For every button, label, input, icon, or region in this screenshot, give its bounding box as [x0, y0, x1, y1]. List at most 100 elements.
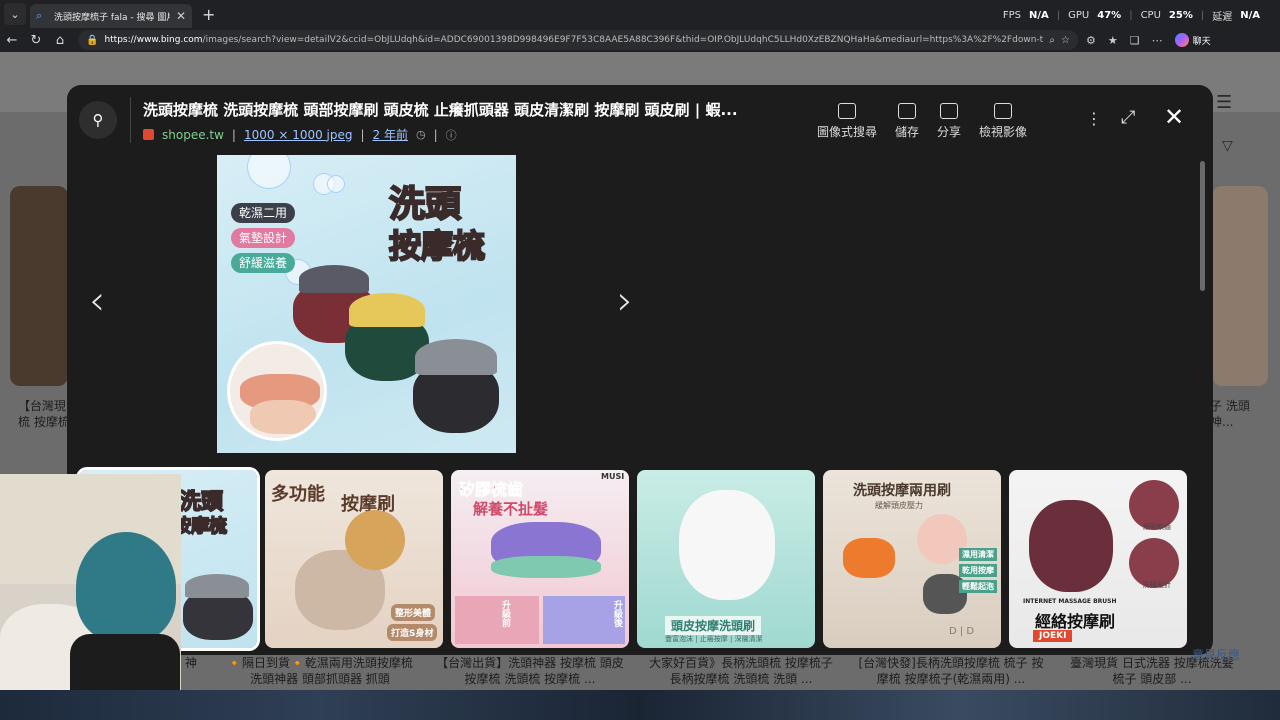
latency-label: 延遲: [1212, 12, 1233, 23]
action-label: 圖像式搜尋: [817, 125, 878, 139]
favorites-icon[interactable]: ★: [1108, 34, 1118, 47]
image-title[interactable]: 洗頭按摩梳 洗頭按摩梳 頭部按摩刷 頭皮梳 止癢抓頭器 頭皮清潔刷 按摩刷 頭皮…: [143, 99, 783, 120]
home-icon[interactable]: ⌂: [48, 33, 72, 48]
thumbnail-text: INTERNET MASSAGE BRUSH: [1023, 598, 1117, 605]
share-button[interactable]: 分享: [937, 103, 961, 140]
favorite-star-icon[interactable]: ☆: [1061, 35, 1070, 46]
thumbnail-text: JOEKI: [1033, 630, 1073, 642]
related-image-thumbnail[interactable]: 洗頭按摩兩用刷 緩解頭皮壓力 濕用清潔 乾用按摩 輕鬆起泡 D | D: [823, 470, 1001, 648]
hud-divider: |: [1056, 10, 1061, 21]
source-link[interactable]: shopee.tw: [162, 128, 224, 142]
thumbnail-text: 乾用按摩: [959, 564, 997, 577]
browser-tab[interactable]: ⌕ 洗頭按摩梳子 fala - 搜尋 圖片 ✕: [30, 4, 192, 28]
thumbnail-text: 升級前: [500, 600, 510, 627]
close-tab-icon[interactable]: ✕: [176, 9, 186, 23]
result-caption[interactable]: 大家好百貨》長柄洗頭梳 按摩梳子 長柄按摩梳 洗頭梳 洗頭 ...: [646, 655, 836, 687]
related-image-thumbnail[interactable]: 頭皮按摩洗頭刷 豐富泡沫 | 止癢按摩 | 深層清潔: [637, 470, 815, 648]
view-image-button[interactable]: 檢視影像: [979, 103, 1027, 140]
url-text: https://www.bing.com/images/search?view=…: [104, 35, 1044, 45]
performance-overlay: FPS N/A | GPU 47% | CPU 25% | 延遲 N/A: [1003, 8, 1260, 23]
result-caption[interactable]: 【台灣現 梳 按摩梳: [18, 398, 70, 430]
image-age[interactable]: 2 年前: [373, 126, 408, 143]
collections-icon[interactable]: ❏: [1130, 34, 1140, 47]
thumbnail-text: 豐富泡沫 | 止癢按摩 | 深層清潔: [665, 635, 763, 643]
zoom-icon[interactable]: ⌕: [1049, 35, 1055, 46]
hamburger-menu-icon[interactable]: ☰: [1216, 92, 1232, 113]
cpu-label: CPU: [1140, 10, 1161, 21]
thumbnail-text: D | D: [949, 626, 975, 637]
result-caption[interactable]: 子 洗頭 神...: [1210, 398, 1250, 430]
fps-value: N/A: [1029, 10, 1049, 21]
expand-icon[interactable]: ⤢: [1121, 107, 1135, 128]
gpu-label: GPU: [1068, 10, 1090, 21]
result-caption[interactable]: 🔸隔日到貨🔸乾濕兩用洗頭按摩梳 洗頭神器 頭部抓頭器 抓頭: [226, 655, 414, 687]
close-icon[interactable]: ✕: [1164, 103, 1184, 131]
feature-pill: 氣墊設計: [231, 228, 296, 248]
tab-actions-menu-button[interactable]: ⌄: [4, 3, 26, 25]
thumbnail-text: 整形美體: [391, 604, 436, 621]
thumbnail-text: 濕用清潔: [959, 548, 997, 561]
desktop-wallpaper-strip: [0, 690, 1280, 720]
modal-actions: 圖像式搜尋 儲存 分享 檢視影像: [817, 103, 1027, 140]
copilot-icon: [1174, 33, 1189, 47]
result-thumbnail[interactable]: [1212, 186, 1268, 386]
scrollbar[interactable]: [1200, 161, 1205, 291]
main-product-image[interactable]: 乾濕二用 氣墊設計 舒緩滋養 洗頭 按摩梳: [217, 155, 516, 453]
previous-arrow-icon[interactable]: ‹: [89, 281, 105, 321]
feedback-link[interactable]: 意見反應: [1176, 647, 1256, 663]
extension-icon[interactable]: ⚙: [1086, 34, 1096, 47]
visual-search-icon: [838, 103, 856, 119]
thumbnail-text: 經絡按摩刷: [1035, 612, 1116, 631]
feature-pill: 乾濕二用: [231, 203, 296, 223]
shopee-favicon-icon: [143, 129, 154, 140]
copilot-button[interactable]: 聊天: [1174, 33, 1211, 47]
thumbnail-text: 細密軟齒: [1143, 523, 1171, 531]
meta-divider: |: [231, 127, 236, 142]
thumbnail-text: 洗頭按摩兩用刷: [853, 483, 951, 499]
next-arrow-icon[interactable]: ›: [617, 281, 633, 321]
more-options-icon[interactable]: ⋮: [1086, 109, 1102, 128]
result-caption[interactable]: 【台灣出貨】洗頭神器 按摩梳 頭皮按摩梳 洗頭梳 按摩梳 ...: [436, 655, 624, 687]
url-field[interactable]: 🔒 https://www.bing.com/images/search?vie…: [78, 30, 1078, 50]
gpu-value: 47%: [1097, 10, 1122, 21]
result-thumbnail[interactable]: [10, 186, 68, 386]
image-dimensions[interactable]: 1000 × 1000 jpeg: [244, 128, 353, 142]
thumbnail-text: 緩解頭皮壓力: [875, 501, 923, 510]
thumbnail-text: 按摩梳: [172, 515, 228, 538]
filter-icon[interactable]: ▽: [1222, 138, 1233, 154]
new-tab-button[interactable]: +: [202, 5, 215, 24]
related-image-thumbnail[interactable]: 矽膠梳齒 解養不扯髮 MUSI 升級前 升級後: [451, 470, 629, 648]
cpu-value: 25%: [1168, 10, 1193, 21]
back-arrow-icon[interactable]: ←: [0, 33, 24, 48]
thumbnail-text: 打造S身材: [387, 624, 438, 641]
hud-divider: |: [1200, 10, 1205, 21]
related-image-thumbnail[interactable]: 細密軟齒 防掉設計 INTERNET MASSAGE BRUSH 經絡按摩刷 J…: [1009, 470, 1187, 648]
bubble-decoration: [247, 155, 291, 189]
address-bar: ← ↻ ⌂ 🔒 https://www.bing.com/images/sear…: [0, 28, 1280, 52]
thumbnail-text: MUSI: [601, 472, 625, 481]
latency-value: N/A: [1240, 10, 1260, 21]
webcam-overlay: [0, 474, 181, 690]
feature-pill: 舒緩滋養: [231, 253, 296, 273]
image-subheadline: 按摩梳: [388, 226, 486, 266]
refresh-icon[interactable]: ↻: [24, 33, 48, 48]
thumbnail-text: 矽膠梳齒: [459, 480, 524, 500]
image-detail-modal: ⚲ 洗頭按摩梳 洗頭按摩梳 頭部按摩刷 頭皮梳 止癢抓頭器 頭皮清潔刷 按摩刷 …: [67, 85, 1213, 655]
bing-search-icon: ⌕: [36, 9, 43, 22]
action-label: 分享: [937, 125, 962, 139]
webcam-chair: [70, 634, 180, 690]
clock-icon: ◷: [416, 128, 426, 141]
search-icon[interactable]: ⚲: [79, 101, 117, 139]
divider: [130, 97, 131, 143]
related-image-thumbnail[interactable]: 多功能 按摩刷 整形美體 打造S身材: [265, 470, 443, 648]
more-icon[interactable]: ⋯: [1152, 34, 1163, 47]
result-caption[interactable]: [台灣快發]長柄洗頭按摩梳 梳子 按摩梳 按摩梳子(乾濕兩用) ...: [856, 655, 1046, 687]
save-button[interactable]: 儲存: [895, 103, 919, 140]
share-icon: [940, 103, 959, 119]
visual-search-button[interactable]: 圖像式搜尋: [817, 103, 877, 140]
related-images-strip: 洗頭 按摩梳 多功能 按摩刷 整形美體 打造S身材 矽膠梳齒 解養不扯髮 MUS…: [76, 467, 1187, 651]
bubble-decoration: [327, 175, 345, 193]
meta-divider: |: [433, 127, 438, 142]
info-icon[interactable]: ⓘ: [446, 127, 457, 143]
thumbnail-text: 多功能: [271, 484, 325, 505]
